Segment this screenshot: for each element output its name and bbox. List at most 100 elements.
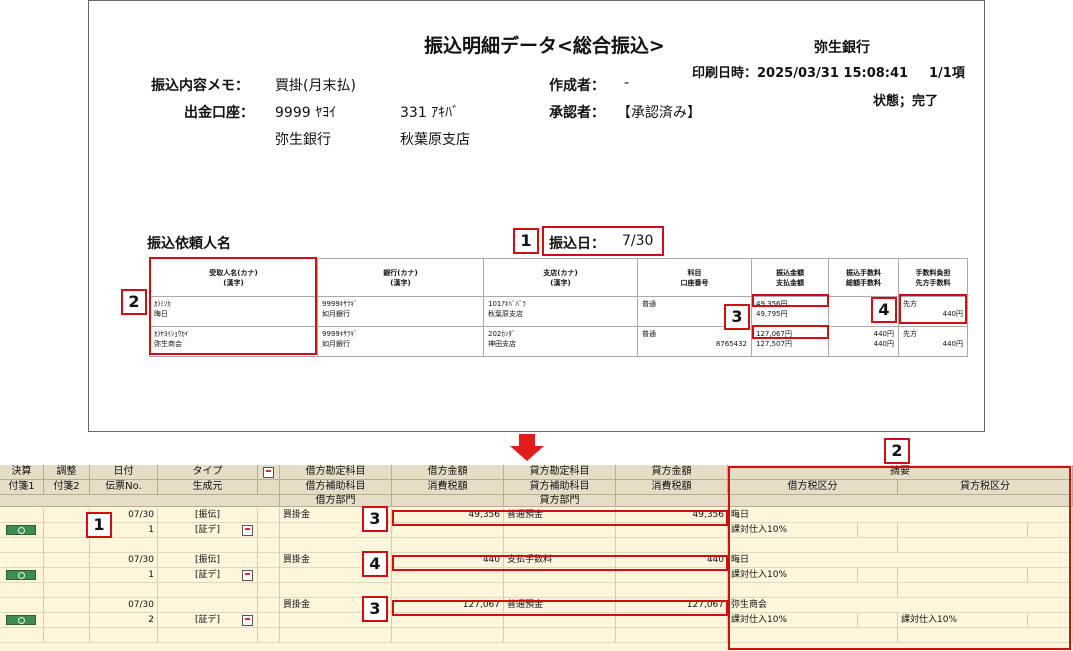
grid-cell[interactable] <box>0 583 44 598</box>
grid-cell[interactable] <box>44 553 90 568</box>
grid-cell[interactable] <box>44 583 90 598</box>
col-header-blank <box>258 480 280 495</box>
grid-cell[interactable] <box>258 523 280 538</box>
cell-text: 2 <box>148 615 154 625</box>
col-header-credit-account[interactable]: 貸方勘定科目 <box>504 465 616 480</box>
grid-cell[interactable] <box>392 538 504 553</box>
grid-cell[interactable] <box>158 628 258 643</box>
journal-entry-grid: 決算 調整 日付 タイプ 借方勘定科目 借方金額 貸方勘定科目 貸方金額 摘要 … <box>0 465 1073 651</box>
bank-cell: 9999ｷｻﾗｷﾞ 如月銀行 <box>317 296 484 327</box>
grid-cell[interactable] <box>44 523 90 538</box>
confirm-button[interactable] <box>6 570 36 580</box>
col-header-source[interactable]: 生成元 <box>158 480 258 495</box>
cell-source[interactable]: [証デ] <box>158 568 258 583</box>
grid-cell[interactable] <box>504 583 616 598</box>
col-header-debit-tax[interactable]: 消費税額 <box>392 480 504 495</box>
cell-text: 07/30 <box>128 600 154 610</box>
grid-cell[interactable] <box>0 568 44 583</box>
grid-cell[interactable] <box>616 628 728 643</box>
grid-cell[interactable] <box>392 628 504 643</box>
grid-cell[interactable] <box>258 598 280 613</box>
col-header-attach[interactable] <box>258 465 280 480</box>
cell-no[interactable]: 1 <box>90 568 158 583</box>
cell-date[interactable]: 07/30 <box>90 553 158 568</box>
grid-cell[interactable] <box>158 583 258 598</box>
col-header-credit-amount[interactable]: 貸方金額 <box>616 465 728 480</box>
source-document-icon[interactable] <box>242 525 253 536</box>
col-header-settlement[interactable]: 決算 <box>0 465 44 480</box>
grid-cell[interactable] <box>0 553 44 568</box>
cell-text: 買掛金 <box>283 600 311 610</box>
cell-date[interactable]: 07/30 <box>90 598 158 613</box>
branch-cell: 202ｶﾝﾀﾞ 神田支店 <box>483 326 638 357</box>
grid-cell[interactable] <box>392 583 504 598</box>
col-header-debit-account[interactable]: 借方勘定科目 <box>280 465 392 480</box>
col-header-debit-amount[interactable]: 借方金額 <box>392 465 504 480</box>
confirm-button[interactable] <box>6 615 36 625</box>
grid-cell[interactable] <box>90 628 158 643</box>
grid-cell[interactable] <box>44 508 90 523</box>
grid-cell[interactable] <box>44 598 90 613</box>
grid-cell[interactable] <box>44 613 90 628</box>
cell-type[interactable]: [振伝] <box>158 553 258 568</box>
grid-cell[interactable] <box>0 598 44 613</box>
grid-cell[interactable] <box>616 538 728 553</box>
grid-cell[interactable] <box>258 583 280 598</box>
cell-source[interactable]: [証デ] <box>158 613 258 628</box>
down-arrow-icon <box>510 434 544 461</box>
source-document-icon[interactable] <box>242 570 253 581</box>
grid-cell[interactable] <box>90 583 158 598</box>
grid-cell[interactable] <box>258 628 280 643</box>
col-header-debit-sub[interactable]: 借方補助科目 <box>280 480 392 495</box>
confirm-button[interactable] <box>6 525 36 535</box>
header-burden: 手数料負担 先方手数料 <box>898 258 968 297</box>
grid-cell[interactable] <box>504 538 616 553</box>
col-header-tag1[interactable]: 付箋1 <box>0 480 44 495</box>
grid-cell[interactable] <box>0 508 44 523</box>
grid-cell[interactable] <box>90 538 158 553</box>
col-header-type[interactable]: タイプ <box>158 465 258 480</box>
grid-cell[interactable] <box>258 613 280 628</box>
grid-cell[interactable] <box>44 628 90 643</box>
grid-cell[interactable] <box>504 628 616 643</box>
col-header-date[interactable]: 日付 <box>90 465 158 480</box>
source-document-icon[interactable] <box>242 615 253 626</box>
cell-no[interactable]: 2 <box>90 613 158 628</box>
col-header-credit-sub[interactable]: 貸方補助科目 <box>504 480 616 495</box>
print-datetime: 2025/03/31 15:08:41 <box>757 66 909 81</box>
marker-2-grid: 2 <box>884 438 910 464</box>
grid-cell[interactable] <box>616 583 728 598</box>
grid-cell[interactable] <box>44 538 90 553</box>
grid-cell[interactable] <box>0 628 44 643</box>
grid-cell[interactable] <box>280 628 392 643</box>
col-header-tag2[interactable]: 付箋2 <box>44 480 90 495</box>
grid-cell[interactable] <box>258 538 280 553</box>
grid-cell[interactable] <box>258 568 280 583</box>
account-cell: 普通 8765432 <box>637 326 752 357</box>
grid-cell[interactable] <box>0 523 44 538</box>
marker-4-grid: 4 <box>362 551 388 577</box>
marker-1: 1 <box>513 228 539 254</box>
approver-value: 【承認済み】 <box>617 105 701 121</box>
cell-text: 07/30 <box>128 555 154 565</box>
marker-1-grid: 1 <box>86 512 112 538</box>
grid-cell[interactable] <box>0 538 44 553</box>
cell-source[interactable]: [証デ] <box>158 523 258 538</box>
cell-type[interactable] <box>158 598 258 613</box>
col-header-adjust[interactable]: 調整 <box>44 465 90 480</box>
col-header-credit-tax[interactable]: 消費税額 <box>616 480 728 495</box>
account-bank: 弥生銀行 <box>275 132 331 148</box>
grid-cell[interactable] <box>0 613 44 628</box>
grid-cell[interactable] <box>258 553 280 568</box>
grid-cell[interactable] <box>258 508 280 523</box>
cell-text: [証デ] <box>194 570 221 580</box>
cell-type[interactable]: [振伝] <box>158 508 258 523</box>
highlight-amount-1 <box>392 510 728 526</box>
grid-cell[interactable] <box>44 568 90 583</box>
grid-cell[interactable] <box>158 538 258 553</box>
cell-text: [証デ] <box>194 525 221 535</box>
col-header-slip-no[interactable]: 伝票No. <box>90 480 158 495</box>
account-branch: 秋葉原支店 <box>400 132 470 148</box>
cell-text: [証デ] <box>194 615 221 625</box>
col-header-credit-dept[interactable]: 貸方部門 <box>504 495 616 507</box>
